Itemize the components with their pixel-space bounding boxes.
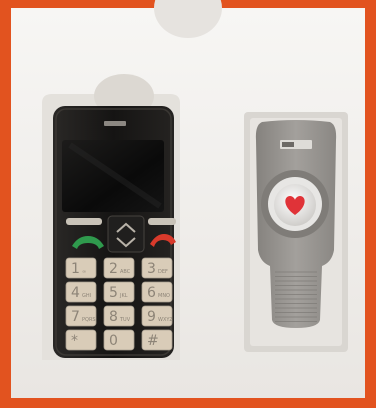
keypad-key-main-label: 4 [71,285,80,301]
keypad-key-5: 5 JKL [103,281,135,303]
keypad-key-main-label: * [71,333,78,349]
keypad-key-sub-label: TUV [119,317,131,323]
keypad-key-9: 9 WXYZ [141,305,173,327]
keypad-key-4: 4 GHI [65,281,97,303]
keypad-key-main-label: 3 [147,261,156,277]
product-photo: 1 ∞ 2 ABC 3 DEF 4 GHI 5 JKL 6 MNO 7 PQRS 8 TUV 9 WXYZ * 0 # [0,0,376,408]
keypad-key-8: 8 TUV [103,305,135,327]
keypad-key-main-label: 6 [147,285,156,301]
keypad-key-main-label: 1 [71,261,80,277]
keypad-key-sub-label: MNO [158,293,170,299]
keypad-key-main-label: 2 [109,261,118,277]
keypad-key-main-label: 5 [109,285,118,301]
keypad-key-main-label: 9 [147,309,156,325]
keypad-key-main-label: 0 [109,333,118,349]
keypad-key-sub-label: PQRS [82,317,96,323]
keypad-key-sub-label: WXYZ [158,317,173,323]
keypad-key-12: # [141,329,173,351]
keypad-key-main-label: 8 [109,309,118,325]
keypad-key-6: 6 MNO [141,281,173,303]
keypad-key-sub-label: DEF [158,269,168,275]
keypad-key-main-label: # [147,333,159,349]
keypad-key-1: 1 ∞ [65,257,97,279]
mobile-phone: 1 ∞ 2 ABC 3 DEF4 GHI 5 JKL 6 MNO7 PQRS 8 TUV 9 WXYZ* 0 # [53,106,176,358]
right-soft-key [148,218,176,225]
navigation-pad [107,215,145,253]
phone-logo [104,121,126,126]
keypad-key-11: 0 [103,329,135,351]
keypad-key-sub-label: ABC [120,269,131,275]
keypad-key-sub-label: JKL [119,293,128,299]
left-soft-key [66,218,102,225]
keypad-key-7: 7 PQRS [65,305,97,327]
keypad-key-sub-label: ∞ [82,269,86,275]
keypad-key-sub-label: GHI [82,293,91,299]
keypad-key-10: * [65,329,97,351]
keypad-key-3: 3 DEF [141,257,173,279]
keypad-key-2: 2 ABC [103,257,135,279]
keypad-key-main-label: 7 [71,309,80,325]
